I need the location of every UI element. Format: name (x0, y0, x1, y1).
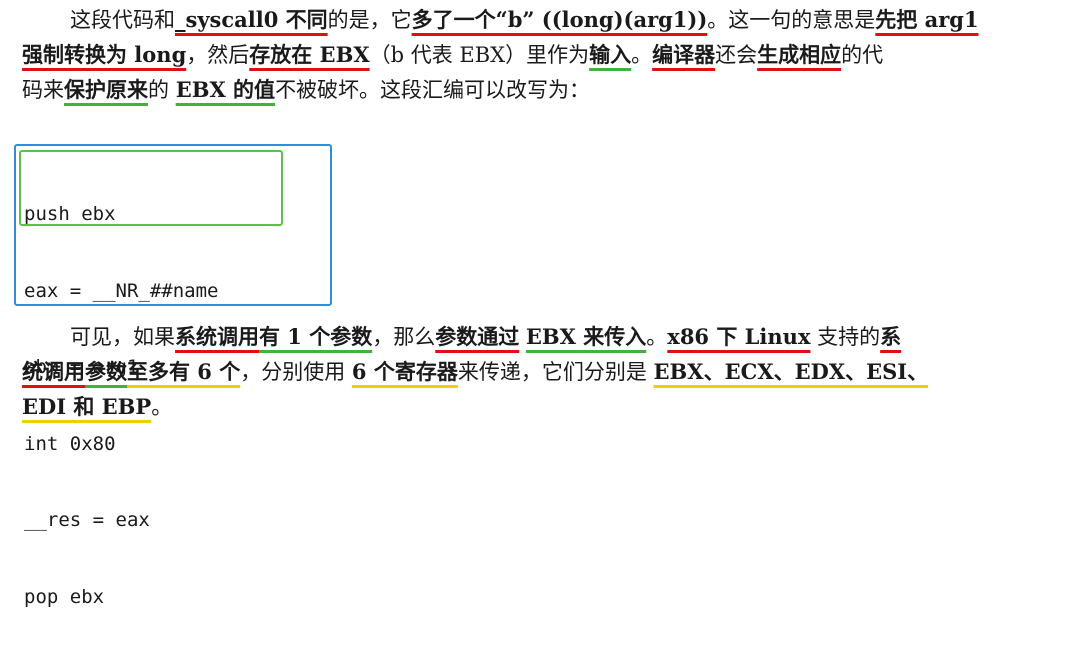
highlighted-phrase: EBX 的值 (175, 77, 276, 102)
highlighted-phrase: 系统调用 (175, 324, 259, 349)
text-line: 统调用参数至多有 6 个，分别使用 6 个寄存器来传递，它们分别是 EBX、EC… (22, 354, 1062, 389)
text-run: ，然后 (186, 43, 250, 67)
highlighted-phrase: 参数 (85, 359, 127, 384)
text-line: EDI 和 EBP。 (22, 389, 1062, 424)
code-line: eax = __NR_##name (24, 279, 219, 302)
highlighted-phrase: x86 下 Linux (667, 324, 811, 349)
document-page: 这段代码和_syscall0 不同的是，它多了一个“b” ((long)(arg… (0, 0, 1079, 608)
text-line: 可见，如果系统调用有 1 个参数，那么参数通过 EBX 来传入。x86 下 Li… (22, 319, 1062, 354)
text-run: ，分别使用 (240, 360, 352, 384)
highlighted-phrase: 强制转换为 long (22, 42, 187, 67)
highlighted-phrase: EDI 和 EBP (22, 394, 152, 419)
text-line: 强制转换为 long，然后存放在 EBX（b 代表 EBX）里作为输入。编译器还… (22, 37, 1062, 72)
text-run: 码来 (22, 78, 64, 102)
text-line: 码来保护原来的 EBX 的值不被破坏。这段汇编可以改写为： (22, 72, 1062, 107)
paragraph-intro: 这段代码和_syscall0 不同的是，它多了一个“b” ((long)(arg… (22, 2, 1062, 107)
highlighted-phrase: 编译器 (652, 42, 716, 67)
highlighted-phrase: _syscall0 不同 (175, 7, 328, 32)
highlighted-phrase: 有 1 个参数 (259, 324, 373, 349)
highlighted-phrase: EBX、ECX、EDX、ESI、 (653, 359, 929, 384)
text-run: 。 (646, 325, 668, 349)
text-run: 还会 (715, 43, 758, 67)
paragraph-summary: 可见，如果系统调用有 1 个参数，那么参数通过 EBX 来传入。x86 下 Li… (22, 319, 1062, 424)
text-run: （b 代表 EBX）里作为 (369, 43, 590, 67)
text-run: 。 (631, 43, 653, 67)
text-line: 这段代码和_syscall0 不同的是，它多了一个“b” ((long)(arg… (22, 2, 1062, 37)
text-run: 的代 (841, 43, 884, 67)
code-line: pop ebx (24, 585, 105, 608)
highlighted-phrase: 统调用 (22, 359, 85, 384)
code-line: __res = eax (24, 509, 150, 531)
highlighted-phrase: 保护原来 (64, 77, 148, 102)
text-run: 的 (148, 78, 176, 102)
text-run: 支持的 (810, 325, 881, 349)
text-run: ，那么 (372, 325, 436, 349)
text-run: 不被破坏。这段汇编可以改写为： (275, 78, 591, 102)
text-run: 来传递，它们分别是 (457, 360, 654, 384)
text-run: 。 (151, 395, 173, 419)
highlighted-phrase: 系 (880, 324, 902, 349)
code-line: int 0x80 (24, 432, 116, 455)
highlighted-phrase: 至多有 6 个 (127, 359, 241, 384)
highlighted-phrase: 6 个寄存器 (351, 359, 458, 384)
highlighted-phrase: 参数通过 (435, 324, 520, 349)
highlighted-phrase: 先把 arg1 (875, 7, 979, 32)
text-run: 这段代码和 (70, 8, 175, 32)
highlighted-phrase: 多了一个“b” ((long)(arg1)) (411, 7, 708, 32)
text-run: 。这一句的意思是 (707, 8, 876, 32)
code-block: push ebx eax = __NR_##name ebx = arg1 in… (14, 144, 332, 608)
text-run: 的是，它 (327, 8, 412, 32)
highlighted-phrase: 输入 (589, 42, 632, 67)
highlighted-phrase: 存放在 EBX (249, 42, 370, 67)
text-run (519, 325, 526, 349)
code-line: push ebx (24, 203, 116, 225)
highlighted-phrase: EBX 来传入 (525, 324, 647, 349)
text-run: 可见，如果 (70, 325, 175, 349)
highlighted-phrase: 生成相应 (757, 42, 842, 67)
